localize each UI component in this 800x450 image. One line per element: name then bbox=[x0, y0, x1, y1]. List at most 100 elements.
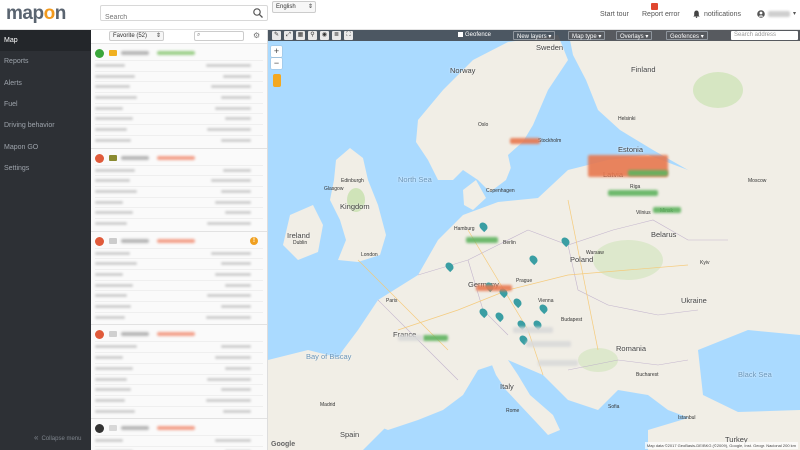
vehicle-item-header[interactable]: ! bbox=[95, 234, 263, 248]
map-canvas[interactable] bbox=[268, 30, 800, 450]
main-sidebar: Map Reports Alerts Fuel Driving behavior… bbox=[0, 30, 91, 450]
layers-icon[interactable]: ▦ bbox=[296, 31, 305, 40]
vehicle-status-redacted bbox=[157, 155, 195, 160]
vehicle-map-label[interactable] bbox=[476, 285, 512, 291]
sidebar-item-settings[interactable]: Settings bbox=[0, 158, 91, 179]
geofences-dropdown[interactable]: Geofences ▾ bbox=[666, 31, 708, 40]
detail-value-redacted bbox=[225, 283, 251, 287]
vehicle-list-item[interactable]: ! bbox=[91, 232, 267, 326]
detail-label-redacted bbox=[95, 409, 135, 413]
report-error-icon[interactable] bbox=[651, 3, 658, 10]
vehicle-status-dot bbox=[95, 236, 104, 246]
mapon-logo[interactable]: mapon bbox=[6, 3, 66, 25]
geofence-checkbox[interactable]: Geofence bbox=[458, 32, 491, 38]
search-input[interactable] bbox=[101, 10, 246, 25]
language-select[interactable]: English ⇕ bbox=[272, 1, 316, 13]
poi-icon[interactable]: ◉ bbox=[320, 31, 329, 40]
vehicle-list-item[interactable] bbox=[91, 419, 267, 450]
user-avatar-icon[interactable] bbox=[757, 10, 765, 18]
vehicle-map-label[interactable] bbox=[466, 237, 498, 243]
map-label-north-sea: North Sea bbox=[398, 175, 432, 184]
map-city: Vilnius bbox=[636, 210, 651, 216]
map-city: Kyiv bbox=[700, 260, 710, 266]
draw-route-icon[interactable]: ✎ bbox=[272, 31, 281, 40]
fullscreen-icon[interactable]: ⛶ bbox=[344, 31, 353, 40]
sidebar-item-fuel[interactable]: Fuel bbox=[0, 94, 91, 115]
map-label-italy: Italy bbox=[500, 382, 514, 391]
notifications-link[interactable]: notifications bbox=[704, 11, 741, 18]
vehicle-item-header[interactable] bbox=[95, 421, 263, 435]
map-label-bay-of-biscay: Bay of Biscay bbox=[306, 352, 352, 361]
gear-icon[interactable]: ⚙ bbox=[253, 31, 260, 40]
vehicle-status-dot bbox=[95, 153, 104, 163]
map-view[interactable]: ✎ ⤢ ▦ ⚲ ◉ ≣ ⛶ Geofence New layers ▾ Map … bbox=[268, 30, 800, 450]
traffic-icon[interactable]: ≣ bbox=[332, 31, 341, 40]
sidebar-item-label: Driving behavior bbox=[4, 122, 55, 130]
detail-value-redacted bbox=[206, 64, 251, 67]
vehicle-detail-row bbox=[95, 405, 263, 417]
map-attribution[interactable]: Map data ©2017 GeoBasis-DE/BKG (©2009), … bbox=[644, 442, 798, 449]
vehicle-map-label[interactable] bbox=[628, 170, 668, 176]
sidebar-item-driving-behavior[interactable]: Driving behavior bbox=[0, 115, 91, 136]
vehicle-map-label[interactable] bbox=[513, 327, 553, 333]
vehicle-name-redacted bbox=[121, 238, 149, 243]
sidebar-item-map[interactable]: Map bbox=[0, 30, 91, 52]
user-name-redacted[interactable] bbox=[768, 11, 790, 17]
search-icon[interactable] bbox=[252, 7, 264, 19]
sidebar-item-alerts[interactable]: Alerts bbox=[0, 73, 91, 94]
collapse-menu-button[interactable]: «Collapse menu bbox=[34, 433, 81, 442]
vehicle-map-label[interactable] bbox=[398, 335, 423, 341]
vehicle-list-panel: Favorite (52) ⇕ ⌕ ⚙ ! bbox=[91, 30, 268, 450]
vehicle-map-label[interactable] bbox=[653, 207, 681, 213]
vehicle-list-item[interactable] bbox=[91, 44, 267, 149]
map-type-dropdown[interactable]: Map type ▾ bbox=[568, 31, 606, 40]
address-search-input[interactable]: Search address bbox=[731, 31, 798, 40]
vehicle-map-label[interactable] bbox=[526, 341, 571, 347]
map-city: Prague bbox=[516, 278, 533, 284]
chevron-updown-icon: ⇕ bbox=[155, 33, 161, 39]
start-tour-link[interactable]: Start tour bbox=[600, 11, 629, 18]
warning-icon[interactable]: ! bbox=[250, 236, 258, 245]
sidebar-item-label: Reports bbox=[4, 58, 29, 66]
vehicle-filter-input[interactable]: ⌕ bbox=[194, 31, 244, 41]
detail-value-redacted bbox=[225, 366, 251, 370]
ruler-icon[interactable]: ⤢ bbox=[284, 31, 293, 40]
vehicle-item-header[interactable] bbox=[95, 151, 263, 165]
vehicle-detail-row bbox=[95, 269, 263, 280]
report-error-link[interactable]: Report error bbox=[642, 11, 680, 18]
detail-label-redacted bbox=[95, 138, 131, 142]
vehicle-map-label[interactable] bbox=[608, 190, 658, 196]
map-city: Berlin bbox=[503, 240, 516, 246]
vehicle-list-item[interactable] bbox=[91, 149, 267, 232]
detail-value-redacted bbox=[221, 189, 251, 193]
overlays-dropdown[interactable]: Overlays ▾ bbox=[616, 31, 653, 40]
zoom-in-button[interactable]: + bbox=[271, 46, 282, 57]
detail-value-redacted bbox=[211, 179, 251, 183]
vehicle-detail-row bbox=[95, 445, 263, 450]
map-label-spain: Spain bbox=[340, 430, 360, 439]
vehicle-detail-row bbox=[95, 124, 263, 135]
vehicle-map-label[interactable] bbox=[423, 335, 448, 341]
vehicle-detail-row bbox=[95, 341, 263, 352]
new-layers-dropdown[interactable]: New layers ▾ bbox=[513, 31, 556, 40]
vehicle-item-header[interactable] bbox=[95, 327, 263, 341]
chevron-down-icon[interactable]: ▾ bbox=[793, 10, 796, 17]
vehicle-map-label[interactable] bbox=[510, 138, 540, 144]
detail-label-redacted bbox=[95, 179, 130, 183]
bell-icon[interactable] bbox=[693, 10, 700, 18]
vehicle-name-redacted bbox=[121, 155, 149, 160]
street-view-pegman-icon[interactable] bbox=[273, 74, 281, 87]
vehicle-item-header[interactable] bbox=[95, 46, 263, 60]
map-city: Warsaw bbox=[586, 250, 604, 256]
favorites-select[interactable]: Favorite (52) ⇕ bbox=[109, 31, 164, 41]
vehicle-map-label[interactable] bbox=[538, 360, 578, 366]
vehicle-list-item[interactable] bbox=[91, 325, 267, 420]
sidebar-item-mapon-go[interactable]: Mapon GO bbox=[0, 136, 91, 157]
zoom-out-button[interactable]: − bbox=[271, 58, 282, 69]
collapse-menu-label: Collapse menu bbox=[41, 436, 82, 442]
pin-icon[interactable]: ⚲ bbox=[308, 31, 317, 40]
detail-value-redacted bbox=[223, 74, 251, 78]
map-city: Bucharest bbox=[636, 372, 659, 378]
sidebar-item-reports[interactable]: Reports bbox=[0, 51, 91, 72]
vehicle-detail-row bbox=[95, 70, 263, 82]
